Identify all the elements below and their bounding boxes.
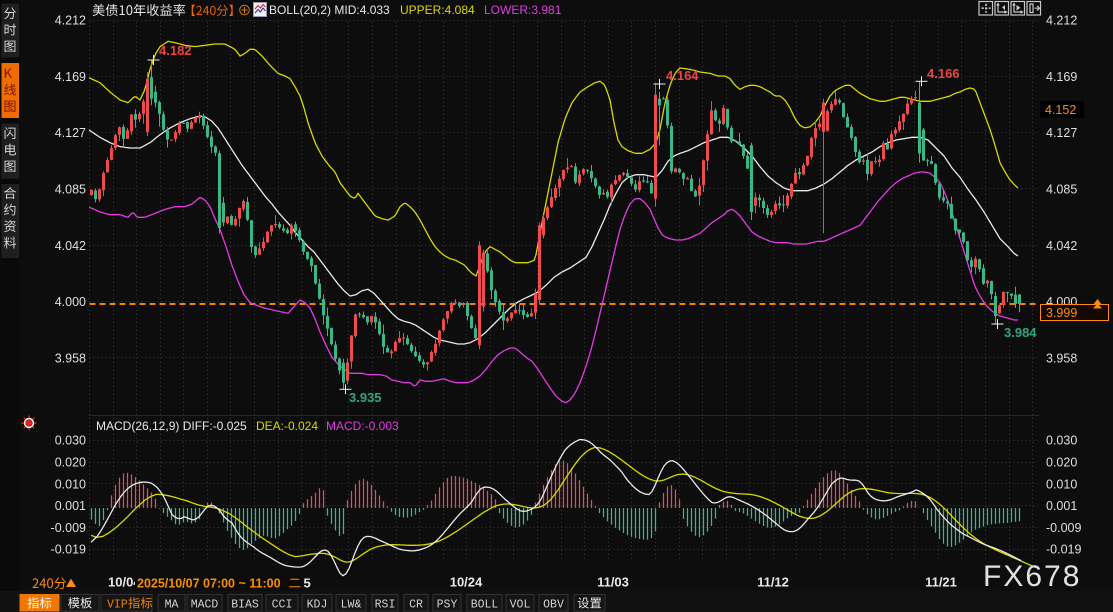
svg-text:0.020: 0.020: [55, 456, 86, 470]
svg-text:4.166: 4.166: [927, 66, 960, 81]
svg-text:3.984: 3.984: [1004, 325, 1037, 340]
svg-text:VOL: VOL: [510, 599, 531, 612]
svg-text:4.212: 4.212: [1046, 14, 1077, 28]
svg-text:4.042: 4.042: [1046, 239, 1077, 253]
svg-text:4.169: 4.169: [1046, 70, 1077, 84]
svg-text:3.958: 3.958: [1046, 352, 1077, 366]
svg-text:4.085: 4.085: [1046, 183, 1077, 197]
svg-text:MA: MA: [165, 599, 179, 612]
svg-text:0.001: 0.001: [1046, 499, 1077, 513]
svg-text:11/12: 11/12: [757, 575, 789, 590]
svg-text:4.169: 4.169: [55, 70, 86, 84]
svg-text:-0.009: -0.009: [51, 521, 86, 535]
svg-text:CCI: CCI: [272, 599, 293, 612]
svg-text:4.164: 4.164: [666, 68, 699, 83]
svg-text:0.010: 0.010: [55, 477, 86, 491]
svg-text:-0.019: -0.019: [51, 543, 86, 557]
svg-text:11/03: 11/03: [597, 575, 629, 590]
svg-text:4.000: 4.000: [55, 295, 86, 309]
svg-text:4.152: 4.152: [1045, 103, 1076, 117]
svg-text:3.958: 3.958: [55, 352, 86, 366]
svg-text:CR: CR: [409, 599, 423, 612]
svg-text:-0.009: -0.009: [1046, 521, 1081, 535]
svg-text:0.030: 0.030: [55, 434, 86, 448]
svg-text:4.127: 4.127: [1046, 126, 1077, 140]
svg-text:4.085: 4.085: [55, 183, 86, 197]
svg-text:OBV: OBV: [543, 599, 564, 612]
svg-text:0.020: 0.020: [1046, 456, 1077, 470]
svg-text:0.010: 0.010: [1046, 477, 1077, 491]
svg-text:BOLL(20,2) MID:4.033: BOLL(20,2) MID:4.033: [269, 3, 390, 17]
svg-text:LOWER:3.981: LOWER:3.981: [484, 3, 562, 17]
svg-text:UPPER:4.084: UPPER:4.084: [400, 3, 475, 17]
svg-text:MACD(26,12,9) DIFF:-0.025: MACD(26,12,9) DIFF:-0.025: [96, 419, 247, 433]
svg-text:3.999: 3.999: [1046, 306, 1077, 320]
svg-text:4.182: 4.182: [159, 43, 192, 58]
svg-text:PSY: PSY: [437, 599, 458, 612]
svg-text:LW&: LW&: [341, 599, 362, 612]
svg-text:0.030: 0.030: [1046, 434, 1077, 448]
svg-text:VIP: VIP: [107, 599, 128, 612]
svg-text:4.212: 4.212: [55, 14, 86, 28]
svg-text:4.042: 4.042: [55, 239, 86, 253]
svg-text:FX678: FX678: [983, 560, 1081, 593]
svg-text:BIAS: BIAS: [231, 599, 259, 612]
svg-text:10/24: 10/24: [450, 575, 483, 590]
svg-text:-0.019: -0.019: [1046, 543, 1081, 557]
svg-text:11/21: 11/21: [925, 575, 957, 590]
svg-text:5: 5: [304, 576, 311, 591]
svg-text:RSI: RSI: [375, 599, 396, 612]
svg-text:2025/10/07 07:00 ~ 11:00: 2025/10/07 07:00 ~ 11:00: [137, 577, 281, 591]
svg-text:MACD: MACD: [191, 599, 219, 612]
svg-text:BOLL: BOLL: [471, 599, 499, 612]
svg-text:KDJ: KDJ: [307, 599, 328, 612]
svg-text:0.001: 0.001: [55, 499, 86, 513]
svg-text:4.127: 4.127: [55, 126, 86, 140]
svg-text:MACD:-0.003: MACD:-0.003: [326, 419, 399, 433]
svg-text:3.935: 3.935: [349, 390, 382, 405]
svg-text:DEA:-0.024: DEA:-0.024: [256, 419, 318, 433]
